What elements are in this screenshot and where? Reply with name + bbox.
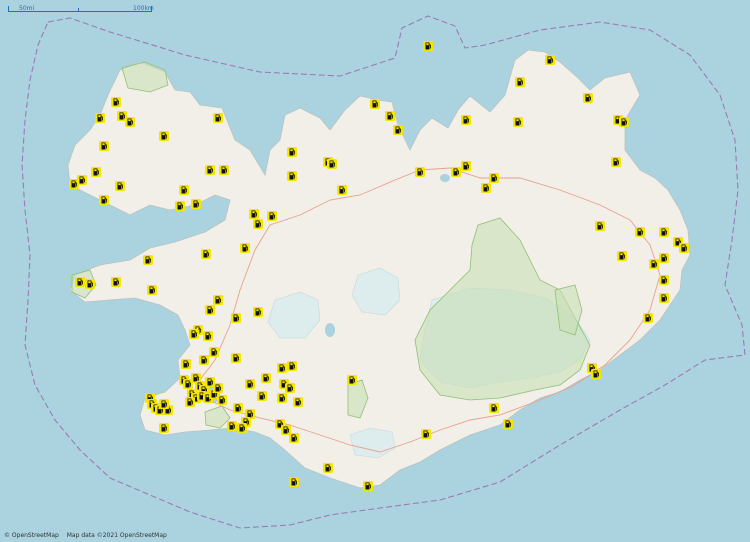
fuel-station-marker[interactable] <box>461 115 471 125</box>
fuel-station-marker[interactable] <box>461 161 471 171</box>
fuel-station-marker[interactable] <box>199 355 209 365</box>
fuel-station-marker[interactable] <box>423 41 433 51</box>
fuel-station-marker[interactable] <box>253 307 263 317</box>
fuel-station-marker[interactable] <box>635 227 645 237</box>
fuel-station-marker[interactable] <box>179 185 189 195</box>
fuel-station-marker[interactable] <box>77 175 87 185</box>
fuel-station-marker[interactable] <box>591 369 601 379</box>
fuel-station-marker[interactable] <box>201 249 211 259</box>
fuel-station-marker[interactable] <box>277 393 287 403</box>
fuel-station-marker[interactable] <box>415 167 425 177</box>
fuel-station-marker[interactable] <box>421 429 431 439</box>
fuel-station-marker[interactable] <box>611 157 621 167</box>
fuel-station-marker[interactable] <box>181 359 191 369</box>
fuel-station-marker[interactable] <box>287 361 297 371</box>
scale-label-mi: 50mi <box>19 5 35 12</box>
fuel-station-marker[interactable] <box>513 117 523 127</box>
fuel-station-marker[interactable] <box>159 423 169 433</box>
fuel-station-marker[interactable] <box>125 117 135 127</box>
fuel-station-marker[interactable] <box>159 131 169 141</box>
fuel-station-marker[interactable] <box>231 353 241 363</box>
fuel-station-marker[interactable] <box>385 111 395 121</box>
fuel-station-marker[interactable] <box>253 219 263 229</box>
fuel-station-marker[interactable] <box>205 165 215 175</box>
scale-bar-tick <box>78 8 79 12</box>
fuel-station-marker[interactable] <box>679 243 689 253</box>
fuel-station-marker[interactable] <box>393 125 403 135</box>
fuel-station-marker[interactable] <box>91 167 101 177</box>
fuel-station-marker[interactable] <box>659 293 669 303</box>
fuel-station-marker[interactable] <box>85 279 95 289</box>
attribution-osm[interactable]: © OpenStreetMap <box>4 532 59 539</box>
lake-thorisvatn <box>325 323 335 337</box>
fuel-station-marker[interactable] <box>289 433 299 443</box>
fuel-station-marker[interactable] <box>111 277 121 287</box>
fuel-station-marker[interactable] <box>489 173 499 183</box>
fuel-station-marker[interactable] <box>267 211 277 221</box>
fuel-station-marker[interactable] <box>327 159 337 169</box>
fuel-station-marker[interactable] <box>227 421 237 431</box>
fuel-station-marker[interactable] <box>213 383 223 393</box>
fuel-station-marker[interactable] <box>217 395 227 405</box>
attribution-data[interactable]: Map data ©2021 OpenStreetMap <box>67 532 167 539</box>
fuel-station-marker[interactable] <box>363 481 373 491</box>
lake-myvatn <box>440 174 450 182</box>
fuel-station-marker[interactable] <box>289 477 299 487</box>
fuel-station-marker[interactable] <box>337 185 347 195</box>
fuel-station-marker[interactable] <box>189 329 199 339</box>
fuel-station-marker[interactable] <box>545 55 555 65</box>
fuel-station-marker[interactable] <box>231 313 241 323</box>
fuel-station-marker[interactable] <box>233 403 243 413</box>
fuel-station-marker[interactable] <box>287 147 297 157</box>
fuel-station-marker[interactable] <box>293 397 303 407</box>
fuel-station-marker[interactable] <box>617 251 627 261</box>
fuel-station-marker[interactable] <box>323 463 333 473</box>
fuel-station-marker[interactable] <box>185 397 195 407</box>
fuel-station-marker[interactable] <box>277 363 287 373</box>
scale-label-km: 100km <box>133 5 154 12</box>
fuel-station-marker[interactable] <box>481 183 491 193</box>
fuel-station-marker[interactable] <box>347 375 357 385</box>
fuel-station-marker[interactable] <box>583 93 593 103</box>
fuel-station-marker[interactable] <box>205 305 215 315</box>
fuel-station-marker[interactable] <box>370 99 380 109</box>
fuel-station-marker[interactable] <box>75 277 85 287</box>
fuel-station-marker[interactable] <box>619 117 629 127</box>
fuel-station-marker[interactable] <box>257 391 267 401</box>
fuel-station-marker[interactable] <box>143 255 153 265</box>
map-attribution: © OpenStreetMap Map data ©2021 OpenStree… <box>4 532 167 539</box>
fuel-station-marker[interactable] <box>659 275 669 285</box>
fuel-station-marker[interactable] <box>240 243 250 253</box>
fuel-station-marker[interactable] <box>595 221 605 231</box>
fuel-station-marker[interactable] <box>503 419 513 429</box>
fuel-station-marker[interactable] <box>159 399 169 409</box>
fuel-station-marker[interactable] <box>261 373 271 383</box>
fuel-station-marker[interactable] <box>99 141 109 151</box>
fuel-station-marker[interactable] <box>659 227 669 237</box>
fuel-station-marker[interactable] <box>245 379 255 389</box>
fuel-station-marker[interactable] <box>111 97 121 107</box>
fuel-station-marker[interactable] <box>515 77 525 87</box>
fuel-station-marker[interactable] <box>203 331 213 341</box>
fuel-station-marker[interactable] <box>115 181 125 191</box>
fuel-station-marker[interactable] <box>643 313 653 323</box>
fuel-station-marker[interactable] <box>219 165 229 175</box>
fuel-station-marker[interactable] <box>175 201 185 211</box>
fuel-station-marker[interactable] <box>209 347 219 357</box>
fuel-station-marker[interactable] <box>99 195 109 205</box>
fuel-station-marker[interactable] <box>95 113 105 123</box>
fuel-station-marker[interactable] <box>249 209 259 219</box>
fuel-station-marker[interactable] <box>213 113 223 123</box>
fuel-station-marker[interactable] <box>213 295 223 305</box>
fuel-station-marker[interactable] <box>191 199 201 209</box>
fuel-station-marker[interactable] <box>237 423 247 433</box>
fuel-station-marker[interactable] <box>489 403 499 413</box>
fuel-station-marker[interactable] <box>147 285 157 295</box>
fuel-station-marker[interactable] <box>287 171 297 181</box>
map[interactable] <box>0 0 750 542</box>
fuel-station-marker[interactable] <box>285 383 295 393</box>
fuel-station-marker[interactable] <box>649 259 659 269</box>
fuel-station-marker[interactable] <box>451 167 461 177</box>
fuel-station-marker[interactable] <box>659 253 669 263</box>
